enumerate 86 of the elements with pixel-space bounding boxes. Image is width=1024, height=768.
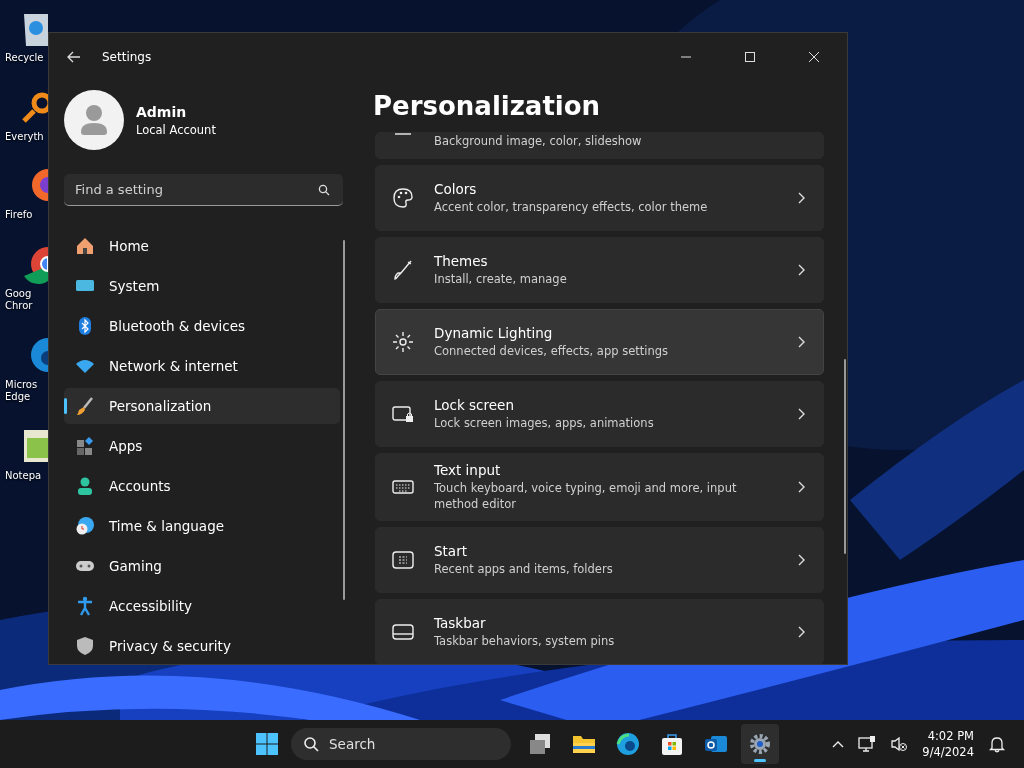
nav-item[interactable]: Accounts [64,468,340,504]
card-title: Text input [434,462,502,478]
chevron-right-icon [797,336,805,348]
palette-icon [392,187,414,209]
card-title: Taskbar [434,615,487,631]
network-icon[interactable] [858,735,877,753]
chevron-up-icon[interactable] [832,740,845,748]
back-arrow-icon[interactable] [66,49,82,65]
taskbar-search-field[interactable]: Search [291,728,511,760]
taskbar-icon [392,621,414,643]
settings-card[interactable]: Text input Touch keyboard, voice typing, emoji and more, input method editor [375,453,824,521]
nav-item[interactable]: Network & internet [64,348,340,384]
card-description: Recent apps and items, folders [434,561,614,577]
desktop-icon-label: Recycle [4,52,44,65]
settings-search-field[interactable]: Find a setting [64,174,343,206]
lock-screen-icon [392,403,414,425]
chevron-right-icon [797,408,805,420]
chevron-right-icon [797,192,805,204]
settings-card[interactable]: Lock screen Lock screen images, apps, animations [375,381,824,447]
settings-card[interactable]: Colors Accent color, transparency effects, color theme [375,165,824,231]
chevron-right-icon [797,264,805,276]
paintbrush-icon [75,396,95,416]
card-description: Lock screen images, apps, animations [434,415,655,431]
card-title: Themes [434,253,489,269]
desktop-icon-label: Micros Edge [4,378,38,404]
avatar-icon [64,90,124,150]
card-title: Dynamic Lighting [434,325,554,341]
speaker-muted-icon[interactable] [890,735,909,753]
card-title: Lock screen [434,397,515,413]
close-icon[interactable] [808,51,820,63]
person-icon [75,476,95,496]
desktop-icon-label: Everyth [4,130,44,143]
card-description: Background image, color, slideshow [434,133,643,149]
card-description: Connected devices, effects, app settings [434,343,670,359]
nav-item[interactable]: Time & language [64,508,340,544]
nav-item[interactable]: Home [64,228,340,264]
account-name: Admin [136,103,188,120]
nav-item[interactable]: Apps [64,428,340,464]
nav-item[interactable]: System [64,268,340,304]
chevron-right-icon [797,481,805,493]
search-icon[interactable] [318,184,330,196]
bell-icon[interactable] [988,735,1006,753]
card-description: Install, create, manage [434,271,568,287]
card-description: Touch keyboard, voice typing, emoji and more, input method editor [434,480,738,512]
house-icon [75,236,95,256]
stacked-windows-icon [527,731,553,757]
scrollbar[interactable] [343,240,345,600]
nav-item[interactable]: Personalization [64,388,340,424]
settings-card[interactable]: Start Recent apps and items, folders [375,527,824,593]
paintbrush-icon [392,259,414,281]
nav-item[interactable]: Privacy & security [64,628,340,664]
shield-icon [75,636,95,656]
globe-clock-icon [75,516,95,536]
settings-card[interactable]: Taskbar Taskbar behaviors, system pins [375,599,824,664]
card-title: Colors [434,181,478,197]
nav-item[interactable]: Gaming [64,548,340,584]
account-type: Local Account [136,122,216,137]
gear-icon [747,731,773,757]
wave-globe-icon [615,731,641,757]
shopping-bag-icon [659,731,685,757]
desktop-icon-label: Notepa [4,469,42,482]
chevron-right-icon [797,626,805,638]
scrollbar[interactable] [844,359,846,554]
nav-item[interactable]: Accessibility [64,588,340,624]
line-icon [392,133,414,135]
card-description: Taskbar behaviors, system pins [434,633,616,649]
accessibility-icon [75,596,95,616]
clock[interactable]: 4:02 PM 9/4/2024 [922,728,974,760]
nav-item[interactable]: Bluetooth & devices [64,308,340,344]
card-title: Start [434,543,468,559]
windows-start-icon[interactable] [255,732,279,756]
sun-icon [392,331,414,353]
desktop-icon-label: Firefo [4,209,33,222]
desktop-icon-label: Goog Chror [4,287,33,313]
window-title: Settings [102,50,152,64]
page-title: Personalization [373,91,602,123]
settings-card[interactable]: Dynamic Lighting Connected devices, effects, app settings [375,309,824,375]
settings-card[interactable]: Background image, color, slideshow [375,132,824,159]
start-menu-icon [392,549,414,571]
settings-card[interactable]: Themes Install, create, manage [375,237,824,303]
card-description: Accent color, transparency effects, color theme [434,199,709,215]
apps-grid-icon [75,436,95,456]
chevron-right-icon [797,554,805,566]
maximize-icon[interactable] [744,51,756,63]
taskbar-app-button[interactable] [741,724,779,764]
search-icon [303,736,319,752]
